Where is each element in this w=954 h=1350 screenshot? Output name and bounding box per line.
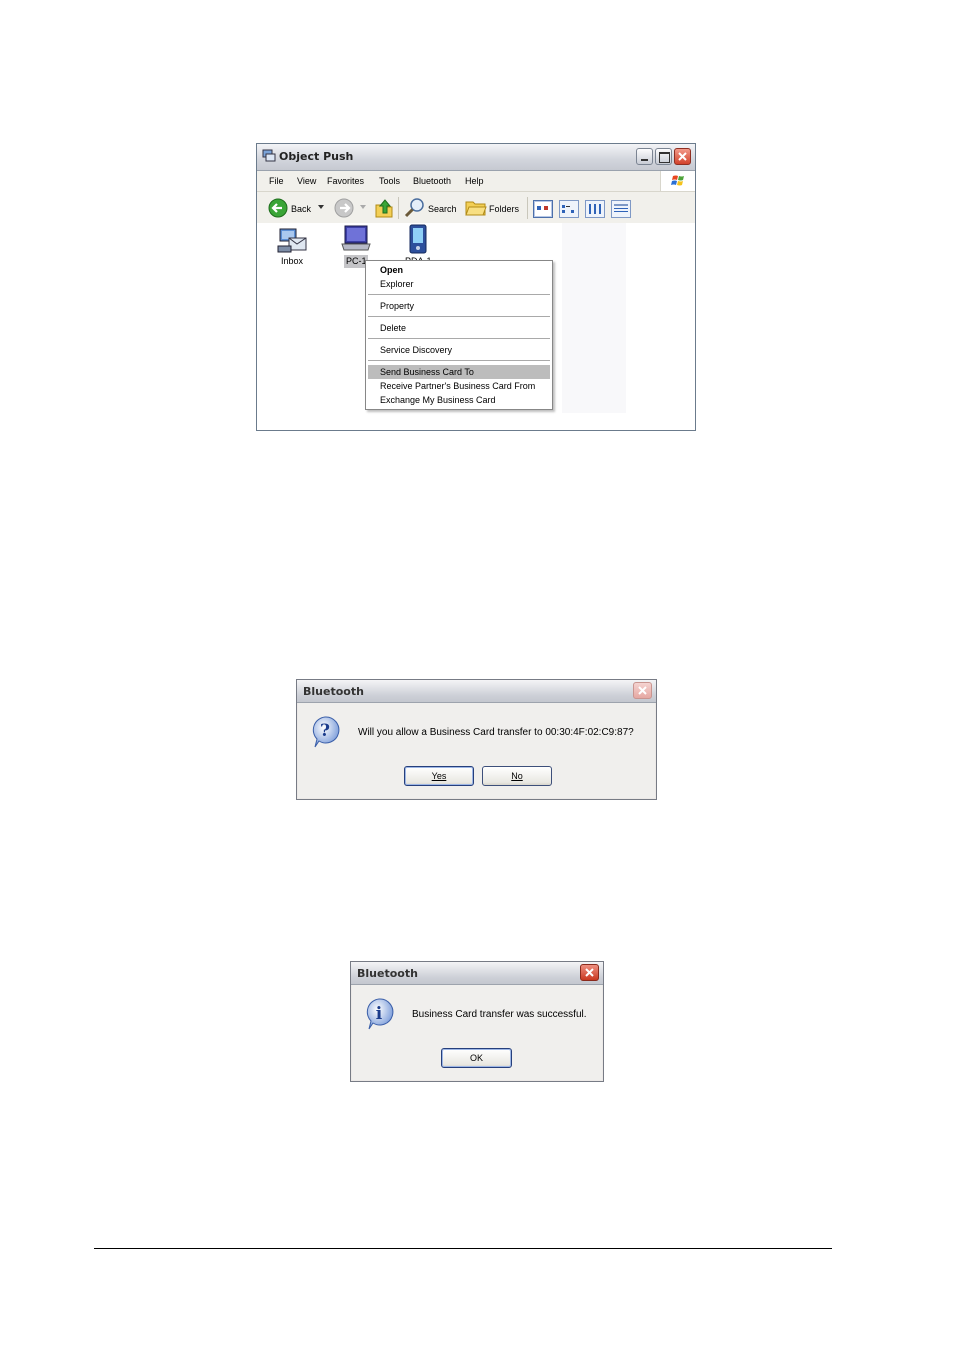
menu-bar: File View Favorites Tools Bluetooth Help — [257, 171, 695, 192]
dialog-message: Will you allow a Business Card transfer … — [358, 727, 634, 738]
back-dropdown-icon[interactable] — [318, 205, 324, 210]
view-small-icons-button[interactable] — [559, 200, 579, 218]
toolbar-separator — [527, 197, 528, 219]
menu-item-receive-business-card[interactable]: Receive Partner's Business Card From — [380, 381, 535, 391]
menu-separator — [368, 338, 550, 339]
menu-view[interactable]: View — [297, 176, 316, 186]
menu-item-exchange-business-card[interactable]: Exchange My Business Card — [380, 395, 496, 405]
menu-file[interactable]: File — [269, 176, 284, 186]
close-icon — [585, 968, 594, 977]
close-button[interactable] — [674, 148, 691, 165]
dialog-body: i Business Card transfer was successful.… — [352, 985, 602, 1080]
menu-item-property[interactable]: Property — [380, 301, 414, 311]
menu-bluetooth[interactable]: Bluetooth — [413, 176, 451, 186]
dialog-body: ? Will you allow a Business Card transfe… — [298, 703, 655, 798]
small-icons-view-icon — [562, 205, 574, 213]
footer-rule — [94, 1248, 832, 1249]
ok-button[interactable]: OK — [441, 1048, 512, 1068]
folders-button-label[interactable]: Folders — [489, 204, 519, 214]
menu-item-service-discovery[interactable]: Service Discovery — [380, 345, 452, 355]
maximize-button[interactable] — [655, 148, 672, 165]
laptop-icon[interactable] — [341, 224, 371, 252]
inbox-icon[interactable] — [277, 226, 309, 254]
info-icon: i — [366, 998, 394, 1030]
details-view-icon — [614, 204, 628, 212]
menu-separator — [368, 294, 550, 295]
item-label-inbox[interactable]: Inbox — [281, 256, 303, 266]
dialog-message-text: Will you allow a Business Card transfer … — [358, 727, 543, 738]
no-button[interactable]: No — [482, 766, 552, 786]
forward-arrow-icon[interactable] — [334, 198, 354, 218]
item-label-pc1[interactable]: PC-1 — [346, 256, 367, 266]
windows-flag-icon — [671, 175, 684, 186]
close-icon — [678, 152, 687, 161]
menu-separator — [368, 316, 550, 317]
bluetooth-confirm-dialog: Bluetooth ? Will you allow a Business Ca… — [296, 679, 657, 800]
dialog-title: Bluetooth — [357, 967, 418, 980]
object-push-app-icon — [262, 149, 276, 162]
ok-button-label: OK — [469, 1053, 483, 1063]
title-bar[interactable]: Object Push — [257, 144, 695, 171]
question-icon: ? — [312, 716, 340, 748]
context-menu: Open Explorer Property Delete Service Di… — [365, 260, 553, 410]
yes-button[interactable]: Yes — [404, 766, 474, 786]
window-title: Object Push — [279, 150, 354, 163]
svg-text:i: i — [376, 1004, 383, 1024]
large-icons-view-icon — [537, 206, 548, 210]
forward-dropdown-icon[interactable] — [360, 205, 366, 210]
bluetooth-success-dialog: Bluetooth i Business Card transfer was s… — [350, 961, 604, 1082]
minimize-button[interactable] — [636, 148, 653, 165]
toolbar: Back Search Folders — [257, 192, 695, 225]
svg-text:?: ? — [320, 721, 330, 741]
no-button-label: No — [511, 771, 523, 781]
back-arrow-icon[interactable] — [268, 198, 288, 218]
list-view-icon — [589, 204, 601, 214]
menu-item-send-business-card[interactable]: Send Business Card To — [380, 367, 474, 377]
dialog-close-button[interactable] — [580, 964, 599, 981]
menu-item-explorer[interactable]: Explorer — [380, 279, 414, 289]
menu-item-delete[interactable]: Delete — [380, 323, 406, 333]
back-button-label[interactable]: Back — [291, 204, 311, 214]
close-icon — [638, 686, 647, 695]
maximize-icon — [659, 152, 670, 163]
view-large-icons-button[interactable] — [533, 200, 553, 218]
menu-tools[interactable]: Tools — [379, 176, 400, 186]
menu-item-open[interactable]: Open — [380, 265, 403, 275]
dialog-message: Business Card transfer was successful. — [412, 1009, 587, 1020]
yes-button-label: Yes — [431, 771, 447, 781]
dialog-title: Bluetooth — [303, 685, 364, 698]
menu-favorites[interactable]: Favorites — [327, 176, 364, 186]
windows-logo — [660, 171, 695, 191]
search-icon[interactable] — [404, 197, 426, 219]
dialog-title-bar[interactable]: Bluetooth — [351, 962, 603, 985]
menu-separator — [368, 360, 550, 361]
view-details-button[interactable] — [611, 200, 631, 218]
device-address: 00:30:4F:02:C9:87? — [545, 727, 634, 738]
dialog-close-button[interactable] — [633, 682, 652, 699]
content-shade — [562, 223, 626, 413]
up-folder-icon[interactable] — [374, 197, 394, 219]
menu-help[interactable]: Help — [465, 176, 484, 186]
pda-icon[interactable] — [407, 224, 429, 254]
view-list-button[interactable] — [585, 200, 605, 218]
folders-icon[interactable] — [465, 199, 487, 217]
minimize-icon — [641, 159, 648, 161]
search-button-label[interactable]: Search — [428, 204, 457, 214]
toolbar-separator — [398, 197, 399, 219]
dialog-title-bar[interactable]: Bluetooth — [297, 680, 656, 703]
